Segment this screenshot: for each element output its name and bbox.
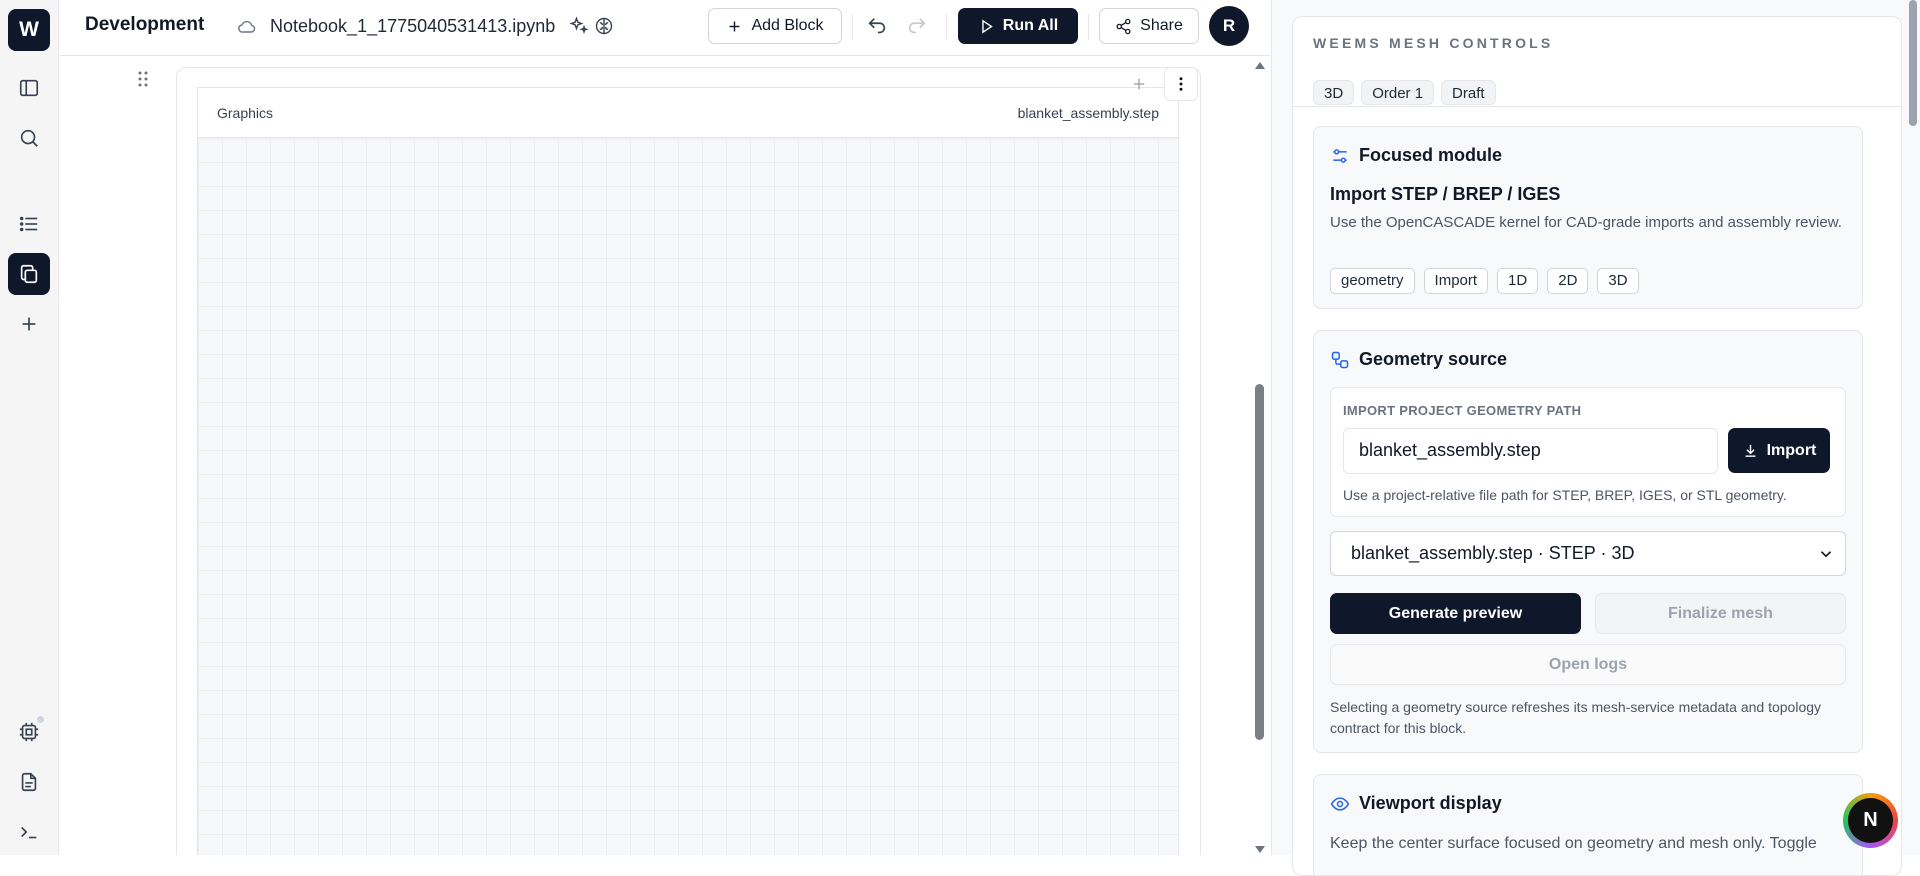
geometry-source-select[interactable]: blanket_assembly.step · STEP · 3D <box>1330 531 1846 576</box>
divider <box>946 14 947 40</box>
document-button[interactable] <box>8 761 50 803</box>
import-box: IMPORT PROJECT GEOMETRY PATH blanket_ass… <box>1330 387 1846 517</box>
hardware-button[interactable] <box>8 711 50 753</box>
section-title: Viewport display <box>1359 793 1502 813</box>
right-panel: WEEMS MESH CONTROLS 3D Order 1 Draft Focus… <box>1271 0 1920 876</box>
add-block-button[interactable]: Add Block <box>708 8 842 44</box>
terminal-icon <box>21 826 37 839</box>
plus-icon <box>22 317 36 331</box>
focused-module-section: Focused module Import STEP / BREP / IGES… <box>1313 126 1863 309</box>
search-icon <box>20 129 38 147</box>
geometry-source-section: Geometry source IMPORT PROJECT GEOMETRY … <box>1313 330 1863 753</box>
tag: 1D <box>1497 268 1539 294</box>
chevron-down-icon <box>1820 551 1832 558</box>
shapes-icon <box>1331 351 1349 369</box>
eye-icon <box>1330 797 1350 811</box>
finalize-mesh-button[interactable]: Finalize mesh <box>1595 593 1846 634</box>
share-button[interactable]: Share <box>1099 8 1199 44</box>
brain-icon[interactable] <box>594 16 614 36</box>
panel-scroll-thumb[interactable] <box>1909 0 1917 126</box>
mesh-controls-card: WEEMS MESH CONTROLS 3D Order 1 Draft Focus… <box>1292 16 1902 876</box>
center-scrollbar[interactable] <box>1254 57 1266 855</box>
assistant-letter: N <box>1848 798 1893 843</box>
notebook-area: Graphics blanket_assembly.step <box>60 57 1270 855</box>
panel-title: WEEMS MESH CONTROLS <box>1313 35 1554 51</box>
graphics-file-label: blanket_assembly.step <box>1017 105 1159 121</box>
copy-icon <box>20 264 38 284</box>
avatar[interactable]: R <box>1209 6 1249 46</box>
module-description: Use the OpenCASCADE kernel for CAD-grade… <box>1330 214 1842 231</box>
viewport-display-section: Viewport display Keep the center surface… <box>1313 774 1863 875</box>
assistant-button[interactable]: N <box>1843 793 1898 848</box>
list-icon <box>19 216 38 232</box>
cpu-icon <box>19 722 39 742</box>
cell-add-button[interactable] <box>1122 67 1156 101</box>
page-title: Development <box>85 14 205 35</box>
run-all-button[interactable]: Run All <box>958 8 1078 44</box>
path-hint: Use a project-relative file path for STE… <box>1343 487 1787 503</box>
redo-icon[interactable] <box>906 15 928 37</box>
sparkles-icon[interactable] <box>569 16 589 36</box>
divider <box>1088 14 1089 40</box>
more-vertical-icon <box>1179 77 1183 91</box>
panel-scrollbar[interactable] <box>1905 0 1920 855</box>
geometry-note: Selecting a geometry source refreshes it… <box>1330 699 1822 736</box>
path-label: IMPORT PROJECT GEOMETRY PATH <box>1343 403 1582 418</box>
share-label: Share <box>1140 17 1183 34</box>
tag: geometry <box>1330 268 1415 294</box>
divider <box>852 14 853 40</box>
plus-icon <box>1133 78 1145 90</box>
panel-header: WEEMS MESH CONTROLS 3D Order 1 Draft <box>1293 17 1901 107</box>
chip: Order 1 <box>1361 80 1435 105</box>
sliders-icon <box>1333 149 1347 163</box>
viewport-description: Keep the center surface focused on geome… <box>1330 835 1817 852</box>
chip: 3D <box>1313 80 1355 105</box>
scroll-down-arrow[interactable] <box>1255 846 1265 853</box>
notebook-name[interactable]: Notebook_1_1775040531413.ipynb <box>270 16 555 37</box>
section-title: Focused module <box>1359 145 1503 165</box>
add-block-label: Add Block <box>751 17 824 34</box>
play-icon <box>982 19 993 33</box>
module-title: Import STEP / BREP / IGES <box>1330 184 1561 204</box>
panel-left-icon <box>19 79 39 97</box>
import-button[interactable]: Import <box>1728 428 1830 473</box>
status-dot <box>37 716 44 723</box>
search-button[interactable] <box>8 117 50 159</box>
sidebar-toggle-button[interactable] <box>8 67 50 109</box>
tag: 3D <box>1597 268 1639 294</box>
file-text-icon <box>21 772 37 792</box>
top-bar: Development Notebook_1_1775040531413.ipy… <box>60 0 1270 56</box>
geometry-path-input[interactable]: blanket_assembly.step <box>1343 428 1718 474</box>
files-button[interactable] <box>8 253 50 295</box>
module-tags: geometry Import 1D 2D 3D <box>1330 268 1648 294</box>
graphics-canvas[interactable] <box>198 138 1178 855</box>
graphics-header: Graphics blanket_assembly.step <box>198 88 1178 138</box>
add-button[interactable] <box>8 303 50 345</box>
section-title: Geometry source <box>1359 349 1508 369</box>
panel-chips: 3D Order 1 Draft <box>1313 80 1503 105</box>
left-rail: W <box>0 0 59 855</box>
drag-handle-icon[interactable] <box>136 70 150 88</box>
cloud-icon <box>238 20 256 33</box>
generate-preview-button[interactable]: Generate preview <box>1330 593 1581 634</box>
plus-icon <box>730 21 740 31</box>
download-icon <box>1745 444 1756 457</box>
scroll-up-arrow[interactable] <box>1255 62 1265 69</box>
scroll-thumb[interactable] <box>1255 384 1264 740</box>
import-label: Import <box>1766 441 1817 459</box>
open-logs-button[interactable]: Open logs <box>1330 644 1846 685</box>
app-logo[interactable]: W <box>8 9 50 51</box>
tag: 2D <box>1547 268 1589 294</box>
outline-button[interactable] <box>8 203 50 245</box>
graphics-label: Graphics <box>217 105 274 121</box>
cell-menu-button[interactable] <box>1164 67 1198 101</box>
graphics-viewport: Graphics blanket_assembly.step <box>197 87 1179 855</box>
share-icon <box>1116 18 1131 34</box>
run-all-label: Run All <box>1002 17 1059 34</box>
terminal-button[interactable] <box>8 811 50 853</box>
tag: Import <box>1423 268 1489 294</box>
undo-icon[interactable] <box>866 15 888 37</box>
chip: Draft <box>1441 80 1496 105</box>
selected-source: blanket_assembly.step · STEP · 3D <box>1351 543 1635 563</box>
